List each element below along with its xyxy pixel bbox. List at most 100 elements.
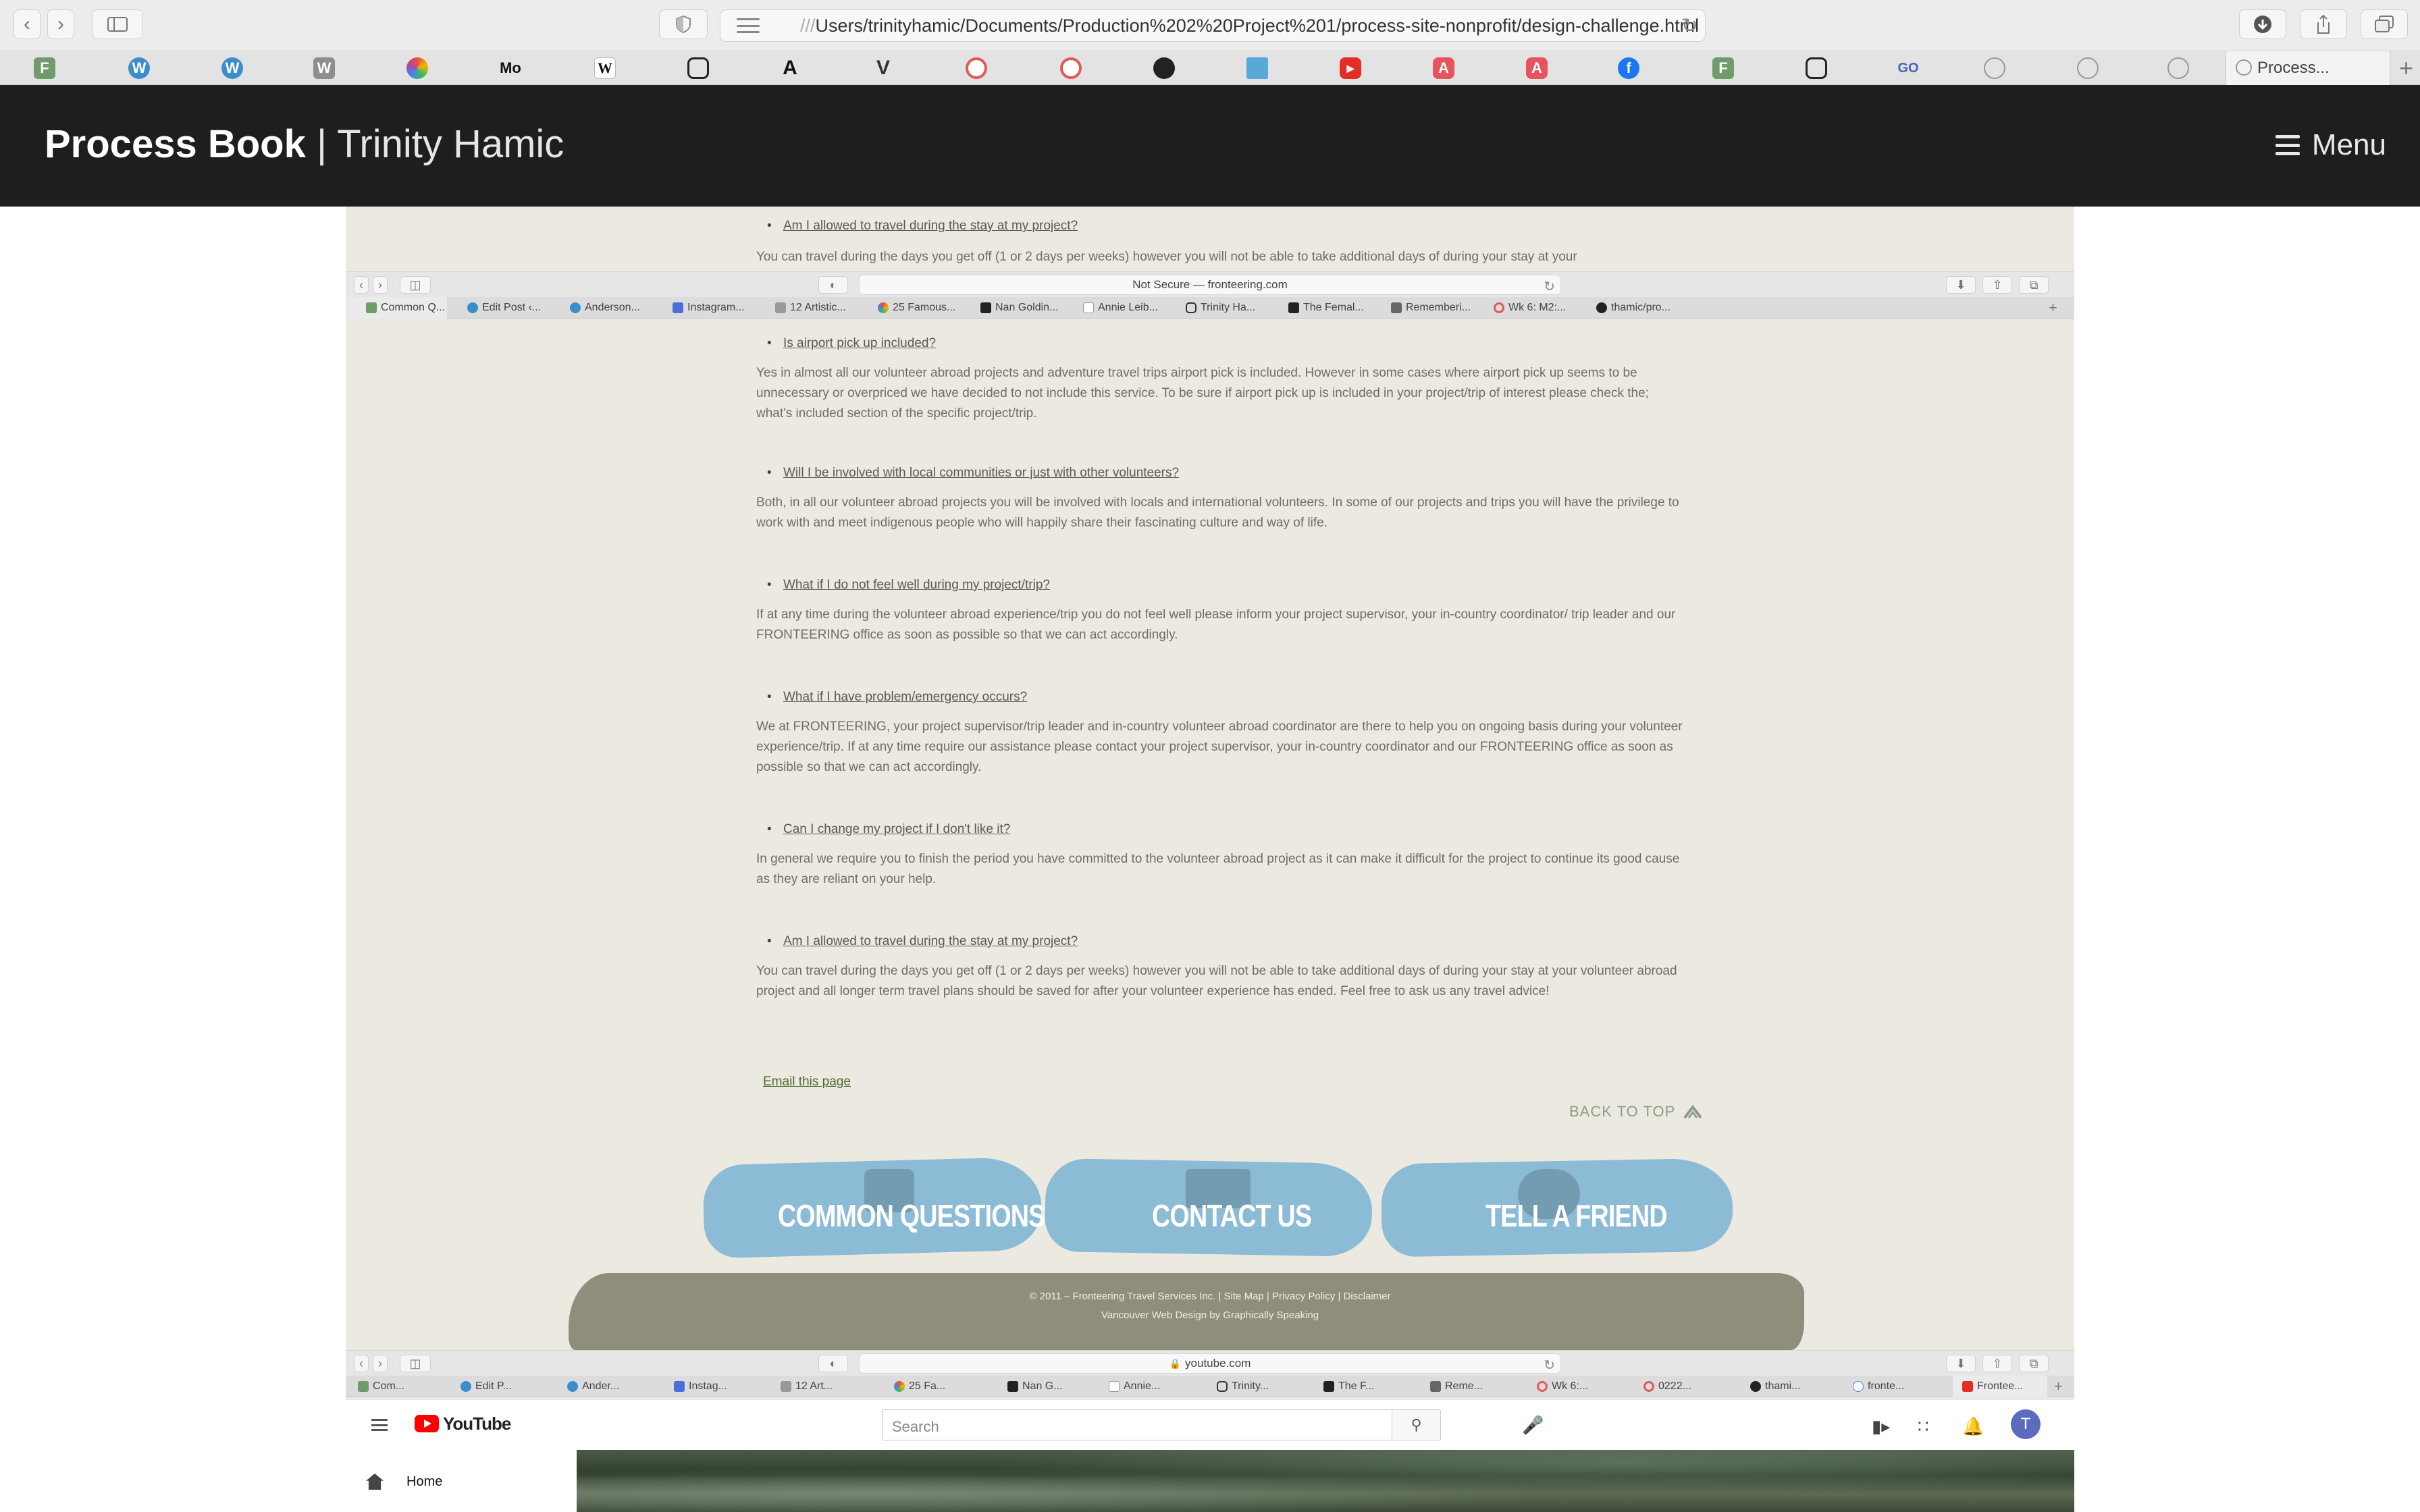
faq-question[interactable]: Am I allowed to travel during the stay a…: [767, 216, 1078, 236]
active-tab[interactable]: Process...: [2226, 51, 2390, 85]
embedded-tab: Frontee...: [1953, 1376, 2047, 1397]
embedded-tab: fronte...: [1853, 1376, 1941, 1397]
tabs-overview-button[interactable]: [2361, 9, 2408, 39]
embedded-tab: Common Q...: [346, 297, 447, 319]
embedded-tab: 25 Famous...: [866, 297, 967, 319]
favorite-instagram-icon[interactable]: [687, 57, 709, 79]
embedded-url: Not Secure — fronteering.com: [1132, 278, 1288, 291]
favorite-instagram-icon[interactable]: [1806, 57, 1827, 79]
faq-question[interactable]: Am I allowed to travel during the stay a…: [767, 932, 1078, 952]
embedded-shield-icon: ◐: [818, 276, 848, 294]
site-title-bold: Process Book: [45, 122, 306, 166]
share-icon: [2317, 14, 2330, 34]
privacy-shield-button[interactable]: [659, 9, 708, 39]
favorite-youtube-icon[interactable]: ▶: [1340, 57, 1361, 79]
faq-answer: Yes in almost all our volunteer abroad p…: [756, 366, 1649, 421]
faq-question[interactable]: Will I be involved with local communitie…: [767, 463, 1179, 483]
address-bar[interactable]: ///Users/trinityhamic/Documents/Producti…: [720, 9, 1706, 42]
embedded-sidebar-icon: ◫: [400, 1355, 431, 1372]
new-tab-button[interactable]: +: [2399, 54, 2413, 82]
embedded-tabs-icon: ⧉: [2019, 1355, 2049, 1372]
embedded-browser-toolbar: ‹ › ◫ ◐ 🔒 youtube.com ↻ ⬇ ⇧ ⧉: [346, 1350, 2074, 1376]
reader-icon[interactable]: [730, 16, 766, 36]
faq-answer: Both, in all our volunteer abroad projec…: [756, 495, 1679, 530]
embedded-share-icon: ⇧: [1982, 276, 2012, 294]
menu-button[interactable]: Menu: [2275, 128, 2386, 162]
favorites-bar: F W W W Mo W A V ▶ A A f F GO Process...…: [0, 51, 2420, 85]
youtube-search-input: Search: [892, 1418, 939, 1435]
sidebar-toggle-button[interactable]: [92, 9, 143, 39]
embedded-tab: 0222...: [1643, 1376, 1738, 1397]
embedded-tab: Wk 6: M2:...: [1481, 297, 1583, 319]
favorite-vogue-icon[interactable]: V: [872, 57, 894, 79]
embedded-tab: The Femal...: [1276, 297, 1377, 319]
faq-question[interactable]: Can I change my project if I don't like …: [767, 819, 1010, 840]
favorite-facebook-icon[interactable]: f: [1618, 57, 1639, 79]
faq-question[interactable]: What if I have problem/emergency occurs?: [767, 687, 1027, 707]
favorite-link-icon[interactable]: GO: [1892, 57, 1924, 79]
tell-a-friend-button[interactable]: TELL A FRIEND: [1485, 1200, 1668, 1231]
embedded-sidebar-icon: ◫: [400, 276, 431, 294]
youtube-search-box: Search ⚲: [882, 1409, 1441, 1440]
common-questions-button[interactable]: COMMON QUESTIONS: [778, 1200, 1045, 1231]
favorite-compass-icon[interactable]: [2077, 57, 2099, 79]
share-button[interactable]: [2300, 9, 2347, 39]
forward-button[interactable]: ›: [47, 9, 74, 39]
favorite-artsy-icon[interactable]: [406, 57, 428, 79]
embedded-tab: Instagram...: [660, 297, 762, 319]
embedded-tab-bar: Common Q... Edit Post ‹... Anderson... I…: [346, 297, 2074, 319]
youtube-banner-image: [577, 1450, 2074, 1512]
favorite-red-circle-icon[interactable]: [966, 57, 987, 79]
apps-grid-icon: ∷: [1918, 1416, 1929, 1436]
favorite-wordpress-icon[interactable]: W: [221, 57, 243, 79]
favorite-compass-icon[interactable]: [1984, 57, 2005, 79]
hamburger-icon: [2275, 135, 2300, 155]
contact-us-button[interactable]: CONTACT US: [1152, 1200, 1312, 1231]
tabs-icon: [2375, 16, 2394, 32]
embedded-tabs-icon: ⧉: [2019, 276, 2049, 294]
favorite-wiki-icon[interactable]: W: [313, 57, 335, 79]
embedded-tab-bar: Com... Edit P... Ander... Instag... 12 A…: [346, 1376, 2074, 1397]
faq-answer: You can travel during the days you get o…: [756, 964, 1677, 998]
favorite-compass-icon[interactable]: [2167, 57, 2189, 79]
embedded-tab: 12 Art...: [781, 1376, 875, 1397]
favorite-adobe-icon[interactable]: A: [1433, 57, 1454, 79]
embedded-download-icon: ⬇: [1946, 1355, 1976, 1372]
embedded-tab: Wk 6:...: [1537, 1376, 1631, 1397]
embedded-shield-icon: ◐: [818, 1355, 848, 1372]
faq-question[interactable]: What if I do not feel well during my pro…: [767, 575, 1050, 595]
favorite-atlantic-icon[interactable]: A: [779, 57, 801, 79]
browser-toolbar: ‹ › ///Users/trinityhamic/Documents/Prod…: [0, 0, 2420, 51]
embedded-new-tab-icon: +: [2054, 1378, 2063, 1395]
embedded-tab: Trinity...: [1217, 1376, 1311, 1397]
reload-icon[interactable]: ↻: [1681, 14, 1698, 38]
embedded-tab: 25 Fa...: [894, 1376, 989, 1397]
bell-icon: 🔔: [1962, 1416, 1984, 1436]
favorite-wordpress-icon[interactable]: W: [128, 57, 150, 79]
title-separator: |: [316, 122, 327, 166]
embedded-screenshot: Am I allowed to travel during the stay a…: [346, 207, 2074, 1512]
embedded-tab: Rememberi...: [1379, 297, 1480, 319]
embedded-tab: Com...: [358, 1376, 452, 1397]
faq-question[interactable]: Is airport pick up included?: [767, 333, 936, 354]
favorite-mo-icon[interactable]: Mo: [500, 57, 521, 79]
favorite-red-circle-icon[interactable]: [1060, 57, 1082, 79]
downloads-button[interactable]: [2239, 9, 2286, 39]
favorite-fronteering-icon[interactable]: F: [34, 57, 55, 79]
back-button[interactable]: ‹: [14, 9, 41, 39]
embedded-download-icon: ⬇: [1946, 276, 1976, 294]
favorite-fronteering-icon[interactable]: F: [1712, 57, 1734, 79]
embedded-tab: Nan G...: [1007, 1376, 1102, 1397]
home-label: Home: [406, 1474, 443, 1489]
footer-credit: Vancouver Web Design by Graphically Spea…: [1101, 1310, 1319, 1321]
favorite-wikipedia-icon[interactable]: W: [594, 57, 616, 79]
embedded-tab: Annie Leib...: [1071, 297, 1172, 319]
favorite-adobe-icon[interactable]: A: [1526, 57, 1548, 79]
back-to-top-link[interactable]: BACK TO TOP: [1569, 1102, 1702, 1122]
site-title[interactable]: Process Book | Trinity Hamic: [45, 122, 564, 167]
hamburger-icon: [371, 1419, 388, 1431]
embedded-forward-button: ›: [373, 276, 388, 294]
email-page-link[interactable]: Email this page: [763, 1072, 851, 1092]
favorite-blue-square-icon[interactable]: [1246, 57, 1268, 79]
favorite-github-icon[interactable]: [1153, 57, 1175, 79]
